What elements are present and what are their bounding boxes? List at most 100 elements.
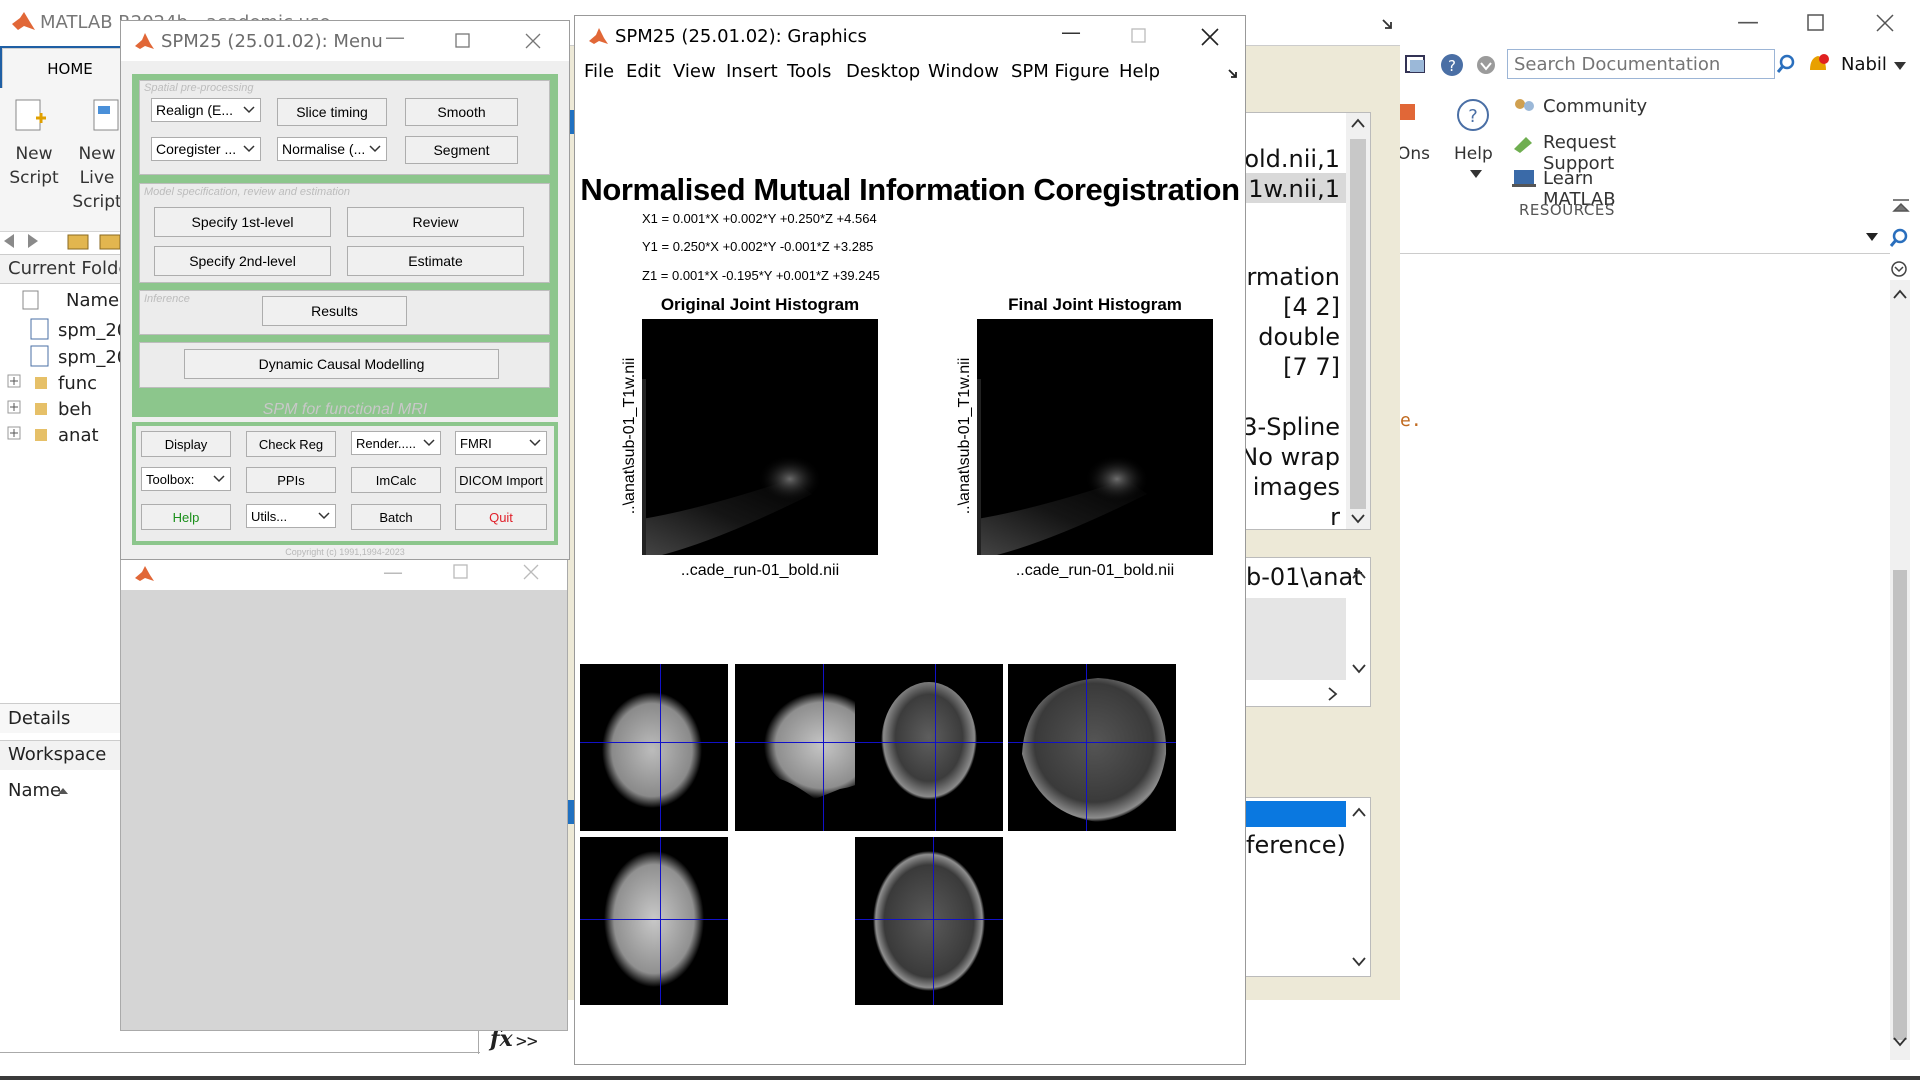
minimize-button[interactable]: — — [383, 560, 403, 584]
maximize-button[interactable] — [455, 33, 471, 49]
check-reg-button[interactable]: Check Reg — [246, 431, 336, 457]
slice-timing-button[interactable]: Slice timing — [277, 98, 387, 126]
folder-item[interactable]: spm_20 — [58, 347, 128, 368]
maximize-button[interactable] — [1131, 28, 1147, 44]
folder-item[interactable]: beh — [58, 399, 92, 420]
browse-folder-icon[interactable] — [1888, 227, 1910, 249]
add-ons-icon[interactable] — [1397, 98, 1417, 128]
help-button[interactable]: Help — [141, 504, 231, 530]
user-dropdown-icon[interactable] — [1894, 62, 1906, 70]
new-script-button[interactable]: New Script — [6, 142, 62, 190]
community-circle-icon[interactable] — [1475, 54, 1497, 76]
details-label[interactable]: Details — [8, 708, 70, 729]
folder-item[interactable]: spm_20 — [58, 320, 128, 341]
smooth-button[interactable]: Smooth — [405, 98, 518, 126]
new-script-icon[interactable] — [14, 98, 48, 136]
help-button[interactable]: Help — [1454, 142, 1493, 166]
coregister-dropdown[interactable]: Coregister ... — [151, 137, 261, 161]
toolbox-dropdown[interactable]: Toolbox: — [141, 467, 231, 491]
scroll-down-icon[interactable] — [1351, 663, 1367, 675]
folder-item[interactable]: anat — [58, 425, 99, 446]
new-live-script-button[interactable]: New Live Script — [72, 142, 122, 214]
close-button[interactable] — [1201, 28, 1219, 46]
segment-button[interactable]: Segment — [405, 136, 518, 164]
menu-tools[interactable]: Tools — [787, 61, 831, 82]
expand-icon[interactable] — [7, 400, 21, 414]
notification-bell-icon[interactable] — [1806, 52, 1830, 78]
collapse-toolstrip-icon[interactable] — [1892, 198, 1910, 214]
ppis-button[interactable]: PPIs — [246, 467, 336, 493]
folder-item[interactable]: func — [58, 373, 97, 394]
batch-button[interactable]: Batch — [351, 504, 441, 530]
modality-dropdown[interactable]: FMRI — [455, 431, 547, 455]
command-prompt[interactable]: >> — [516, 1031, 538, 1052]
help-dropdown-icon[interactable] — [1470, 170, 1482, 178]
dicom-import-button[interactable]: DICOM Import — [455, 467, 547, 493]
panel-menu-icon[interactable] — [1890, 260, 1908, 278]
search-icon[interactable] — [1776, 54, 1796, 74]
community-link[interactable]: Community — [1543, 96, 1647, 117]
scroll-down-icon[interactable] — [1892, 1036, 1908, 1048]
utils-dropdown[interactable]: Utils... — [246, 504, 336, 528]
help-circle-icon[interactable]: ? — [1439, 52, 1465, 78]
menu-edit[interactable]: Edit — [626, 61, 661, 82]
anat-coronal-view — [855, 664, 1003, 831]
imcalc-button[interactable]: ImCalc — [351, 467, 441, 493]
scroll-down-icon[interactable] — [1351, 956, 1367, 968]
scrollbar-thumb[interactable] — [1893, 570, 1907, 1040]
estimate-button[interactable]: Estimate — [347, 246, 524, 276]
scroll-up-icon[interactable] — [1351, 806, 1367, 818]
menu-insert[interactable]: Insert — [726, 61, 778, 82]
dcm-button[interactable]: Dynamic Causal Modelling — [184, 349, 499, 379]
minimize-button[interactable]: — — [1737, 10, 1759, 35]
display-button[interactable]: Display — [141, 431, 231, 457]
scroll-up-icon[interactable] — [1350, 117, 1366, 129]
user-name[interactable]: Nabil — [1841, 54, 1887, 75]
equation-y1: Y1 = 0.250*X +0.002*Y -0.001*Z +3.285 — [642, 239, 874, 254]
add-ons-button[interactable]: Ons — [1397, 142, 1430, 166]
realign-value: Realign (E... — [156, 102, 234, 118]
menu-window[interactable]: Window — [928, 61, 999, 82]
maximize-button[interactable] — [1807, 14, 1825, 32]
path-dropdown-icon[interactable] — [1866, 233, 1878, 241]
close-button[interactable] — [1876, 14, 1894, 32]
help-icon[interactable]: ? — [1456, 98, 1490, 132]
workspace-label[interactable]: Workspace — [8, 744, 106, 765]
scroll-up-icon[interactable] — [1892, 288, 1908, 300]
menu-help[interactable]: Help — [1119, 61, 1160, 82]
close-button[interactable] — [523, 564, 539, 580]
maximize-button[interactable] — [453, 564, 469, 580]
render-value: Render..... — [356, 435, 416, 451]
crosshair-v — [660, 664, 661, 831]
normalise-dropdown[interactable]: Normalise (... — [277, 137, 387, 161]
menu-view[interactable]: View — [673, 61, 716, 82]
search-documentation[interactable] — [1507, 49, 1775, 79]
render-dropdown[interactable]: Render..... — [351, 431, 441, 455]
menu-desktop[interactable]: Desktop — [846, 61, 920, 82]
current-folder-path[interactable] — [1400, 224, 1890, 254]
tab-home[interactable]: HOME — [2, 48, 138, 88]
realign-dropdown[interactable]: Realign (E... — [151, 98, 261, 122]
review-button[interactable]: Review — [347, 207, 524, 237]
minimize-button[interactable]: — — [1061, 20, 1081, 44]
layout-icon[interactable] — [1404, 54, 1428, 76]
search-documentation-input[interactable] — [1508, 50, 1774, 78]
dock-icon[interactable] — [1227, 68, 1239, 80]
specify-1st-level-button[interactable]: Specify 1st-level — [154, 207, 331, 237]
menu-spm-figure[interactable]: SPM Figure — [1011, 61, 1110, 82]
specify-2nd-level-button[interactable]: Specify 2nd-level — [154, 246, 331, 276]
quit-button[interactable]: Quit — [455, 504, 547, 530]
expand-icon[interactable] — [7, 374, 21, 388]
menu-file[interactable]: File — [584, 61, 614, 82]
name-column-header[interactable]: Name — [66, 290, 119, 311]
close-button[interactable] — [525, 33, 541, 49]
workspace-name-column[interactable]: Name — [8, 780, 61, 801]
scroll-up-icon[interactable] — [1351, 568, 1367, 580]
expand-icon[interactable] — [7, 426, 21, 440]
results-button[interactable]: Results — [262, 296, 407, 326]
dcm-panel: Dynamic Causal Modelling — [139, 342, 550, 388]
scroll-right-icon[interactable] — [1326, 686, 1338, 702]
behind-scroll-thumb[interactable] — [1350, 139, 1366, 509]
minimize-button[interactable]: — — [385, 25, 405, 49]
scroll-down-icon[interactable] — [1350, 513, 1366, 525]
